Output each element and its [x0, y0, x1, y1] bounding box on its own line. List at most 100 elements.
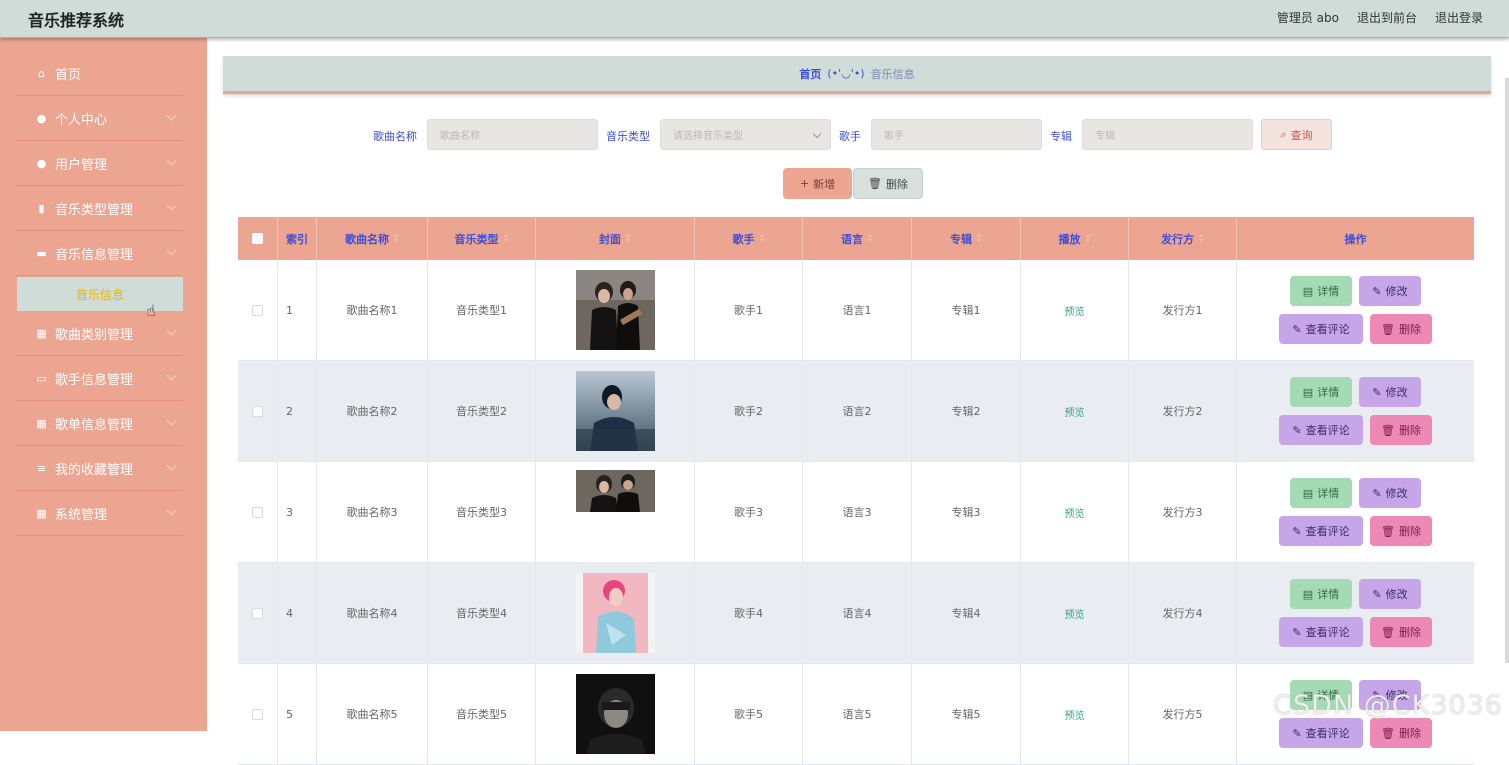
- preview-link[interactable]: 预览: [1065, 707, 1085, 722]
- view-comments-button[interactable]: ✎ 查看评论: [1279, 718, 1363, 748]
- sidebar-item-system[interactable]: ▦ 系统管理: [16, 491, 183, 536]
- add-button-label: 新增: [813, 177, 836, 191]
- pencil-icon: ✎: [1292, 322, 1302, 336]
- sidebar-item-song-category[interactable]: ▦ 歌曲类别管理: [16, 311, 183, 356]
- col-album[interactable]: 专辑: [912, 217, 1021, 260]
- sidebar-item-users[interactable]: ● 用户管理: [16, 141, 183, 186]
- sort-icon[interactable]: [626, 234, 631, 243]
- cover-image: [575, 573, 655, 653]
- sort-icon[interactable]: [1199, 234, 1204, 243]
- album-input[interactable]: 专辑: [1082, 119, 1253, 150]
- sidebar-item-singer-info[interactable]: ▭ 歌手信息管理: [16, 356, 183, 401]
- delete-button-label: 删除: [1398, 727, 1421, 740]
- cell-language: 语言4: [803, 563, 912, 663]
- col-singer[interactable]: 歌手: [695, 217, 803, 260]
- delete-button[interactable]: 🗑 删除: [1370, 516, 1432, 546]
- detail-button[interactable]: ▤ 详情: [1290, 579, 1352, 609]
- query-button[interactable]: ⌕ 查询: [1261, 119, 1332, 150]
- cell-album: 专辑1: [912, 260, 1021, 360]
- sort-icon[interactable]: [977, 234, 982, 243]
- singer-input[interactable]: 歌手: [871, 119, 1042, 150]
- song-name-input[interactable]: 歌曲名称: [427, 119, 598, 150]
- sort-icon[interactable]: [868, 234, 873, 243]
- trash-icon: 🗑: [1381, 423, 1395, 437]
- delete-button[interactable]: 🗑 删除: [1370, 314, 1432, 344]
- row-checkbox[interactable]: [252, 607, 263, 619]
- edit-button-label: 修改: [1385, 487, 1408, 500]
- sort-icon[interactable]: [503, 234, 509, 243]
- view-comments-button[interactable]: ✎ 查看评论: [1279, 415, 1363, 445]
- col-publisher[interactable]: 发行方: [1129, 217, 1237, 260]
- sidebar-item-home[interactable]: ⌂ 首页: [16, 51, 183, 96]
- delete-button[interactable]: 🗑 删除: [1370, 718, 1432, 748]
- delete-button[interactable]: 🗑 删除: [1370, 415, 1432, 445]
- pencil-icon: ✎: [1292, 625, 1302, 639]
- col-play[interactable]: 播放: [1021, 217, 1129, 260]
- detail-button[interactable]: ▤ 详情: [1290, 478, 1352, 508]
- sort-icon[interactable]: [394, 234, 399, 243]
- col-language[interactable]: 语言: [803, 217, 912, 260]
- logout-link[interactable]: 退出登录: [1435, 9, 1483, 26]
- col-type[interactable]: 音乐类型: [428, 217, 536, 260]
- cell-publisher: 发行方4: [1129, 563, 1237, 663]
- exit-to-front-link[interactable]: 退出到前台: [1357, 9, 1417, 26]
- sidebar-item-personal[interactable]: ● 个人中心: [16, 96, 183, 141]
- edit-button[interactable]: ✎ 修改: [1359, 478, 1421, 508]
- chevron-down-icon: [166, 370, 177, 381]
- edit-button[interactable]: ✎ 修改: [1359, 377, 1421, 407]
- add-button[interactable]: + 新增: [783, 168, 852, 199]
- detail-button[interactable]: ▤ 详情: [1290, 276, 1352, 306]
- scrollbar[interactable]: [1505, 78, 1509, 663]
- preview-link[interactable]: 预览: [1065, 303, 1085, 318]
- cell-language: 语言1: [803, 260, 912, 360]
- table-row: 2 歌曲名称2 音乐类型2 歌手2 语言2 专辑2 预览 发行方2 ▤ 详情 ✎ 修改 ✎ 查看评论 🗑 删除: [238, 361, 1474, 462]
- chevron-down-icon: [166, 325, 177, 336]
- chevron-down-icon: [812, 129, 822, 139]
- breadcrumb: 首页 (•'◡'•) 音乐信息: [223, 56, 1491, 94]
- sidebar-item-playlist-info[interactable]: ▦ 歌单信息管理: [16, 401, 183, 446]
- detail-button[interactable]: ▤ 详情: [1290, 377, 1352, 407]
- batch-delete-button[interactable]: 🗑 删除: [853, 168, 923, 199]
- admin-label[interactable]: 管理员 abo: [1277, 9, 1339, 26]
- preview-link[interactable]: 预览: [1065, 505, 1085, 520]
- sidebar-item-music-type[interactable]: ▮ 音乐类型管理: [16, 186, 183, 231]
- col-cover[interactable]: 封面: [536, 217, 695, 260]
- select-all-checkbox[interactable]: [252, 233, 263, 244]
- cell-album: 专辑2: [912, 361, 1021, 461]
- sort-icon[interactable]: [1085, 234, 1091, 243]
- cell-ops: ▤ 详情 ✎ 修改 ✎ 查看评论 🗑 删除: [1237, 462, 1474, 562]
- sidebar-item-music-info[interactable]: ▬ 音乐信息管理: [16, 231, 183, 276]
- breadcrumb-current: 音乐信息: [870, 67, 915, 81]
- edit-button[interactable]: ✎ 修改: [1359, 579, 1421, 609]
- edit-button-label: 修改: [1385, 386, 1408, 399]
- row-checkbox[interactable]: [252, 304, 263, 316]
- cell-index: 4: [278, 563, 317, 663]
- pencil-icon: ✎: [1372, 587, 1382, 601]
- cell-song: 歌曲名称4: [317, 563, 428, 663]
- row-checkbox[interactable]: [252, 405, 263, 417]
- music-type-select[interactable]: 请选择音乐类型: [660, 119, 831, 150]
- sidebar-item-label: 我的收藏管理: [55, 462, 134, 478]
- view-comments-button[interactable]: ✎ 查看评论: [1279, 516, 1363, 546]
- edit-button[interactable]: ✎ 修改: [1359, 276, 1421, 306]
- preview-link[interactable]: 预览: [1065, 606, 1085, 621]
- cell-singer: 歌手3: [695, 462, 803, 562]
- detail-button-label: 详情: [1317, 285, 1340, 298]
- row-checkbox[interactable]: [252, 506, 263, 518]
- row-checkbox[interactable]: [252, 708, 263, 720]
- sidebar-item-favorites[interactable]: ≡ 我的收藏管理: [16, 446, 183, 491]
- view-comments-button[interactable]: ✎ 查看评论: [1279, 314, 1363, 344]
- delete-button[interactable]: 🗑 删除: [1370, 617, 1432, 647]
- batch-delete-label: 删除: [885, 177, 908, 191]
- users-icon: ●: [36, 156, 47, 170]
- sidebar-subitem-music-info[interactable]: 音乐信息: [17, 277, 183, 311]
- cover-image: [575, 470, 655, 512]
- col-index: 索引: [278, 217, 317, 260]
- preview-link[interactable]: 预览: [1065, 404, 1085, 419]
- app-title: 音乐推荐系统: [28, 11, 125, 30]
- view-comments-button[interactable]: ✎ 查看评论: [1279, 617, 1363, 647]
- cell-ops: ▤ 详情 ✎ 修改 ✎ 查看评论 🗑 删除: [1237, 361, 1474, 461]
- breadcrumb-home[interactable]: 首页: [799, 66, 821, 82]
- col-song[interactable]: 歌曲名称: [317, 217, 428, 260]
- sort-icon[interactable]: [759, 234, 765, 243]
